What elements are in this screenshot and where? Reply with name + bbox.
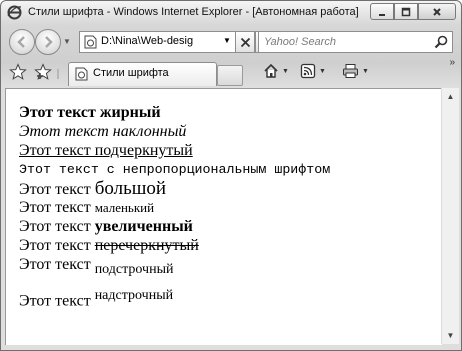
internet-explorer-icon bbox=[7, 5, 22, 20]
stop-icon bbox=[240, 37, 250, 47]
text-enlarged: увеличенный bbox=[94, 218, 193, 235]
window-title: Стили шрифта - Windows Internet Explorer… bbox=[28, 6, 359, 18]
text-strikethrough: перечеркнутый bbox=[94, 237, 199, 254]
feeds-button[interactable]: ▼ bbox=[300, 63, 326, 79]
minimize-icon bbox=[379, 13, 385, 16]
text-italic: Этот текст наклонный bbox=[19, 123, 187, 140]
home-button[interactable]: ▼ bbox=[263, 63, 289, 79]
feeds-icon bbox=[300, 63, 316, 79]
address-text[interactable]: D:\Nina\Web-desig bbox=[101, 35, 219, 47]
text-monospace: Этот текст с непропорциональным шрифтом bbox=[19, 162, 331, 177]
scroll-down-arrow-icon[interactable]: ▼ bbox=[442, 327, 459, 344]
tab-label: Стили шрифта bbox=[93, 67, 169, 79]
back-arrow-icon bbox=[17, 36, 25, 48]
print-icon bbox=[343, 64, 358, 78]
search-box[interactable] bbox=[258, 31, 453, 53]
text-prefix: Этот текст bbox=[19, 199, 95, 216]
text-small: маленький bbox=[94, 200, 155, 215]
address-dropdown[interactable]: ▼ bbox=[223, 36, 231, 45]
text-line-big: Этот текст большой bbox=[19, 179, 330, 198]
text-line-small: Этот текст маленький bbox=[19, 198, 330, 217]
caption-buttons bbox=[370, 3, 456, 20]
feeds-dropdown-icon[interactable]: ▼ bbox=[319, 68, 326, 75]
favorites-star-icon[interactable] bbox=[9, 63, 27, 81]
home-icon bbox=[264, 63, 278, 78]
quick-tabs-divider bbox=[57, 69, 59, 79]
search-icon[interactable] bbox=[433, 34, 449, 50]
search-input[interactable] bbox=[264, 34, 424, 50]
page-icon bbox=[75, 67, 88, 81]
browser-window: Стили шрифта - Windows Internet Explorer… bbox=[0, 0, 462, 351]
text-line-bold-large: Этот текст увеличенный bbox=[19, 217, 330, 236]
text-prefix: Этот текст bbox=[19, 181, 95, 198]
title-bar[interactable]: Стили шрифта - Windows Internet Explorer… bbox=[1, 1, 461, 25]
page-content: Этот текст жирный Этот текст наклонный Э… bbox=[5, 88, 442, 345]
text-subscript: подстрочный bbox=[94, 262, 174, 278]
text-line-strike: Этот текст перечеркнутый bbox=[19, 236, 330, 255]
address-bar[interactable]: D:\Nina\Web-desig ▼ bbox=[79, 31, 253, 53]
text-line-superscript: Этот текст надстрочный bbox=[19, 281, 330, 310]
forward-arrow-icon bbox=[45, 36, 53, 48]
vertical-scrollbar[interactable]: ▲ ▼ bbox=[441, 88, 459, 344]
tab-font-styles[interactable]: Стили шрифта bbox=[68, 62, 217, 86]
back-button[interactable] bbox=[9, 29, 35, 55]
text-prefix: Этот текст bbox=[19, 256, 95, 273]
close-button[interactable] bbox=[418, 3, 456, 20]
more-commands-icon[interactable]: » bbox=[449, 57, 454, 68]
scroll-up-arrow-icon[interactable]: ▲ bbox=[442, 88, 459, 105]
text-superscript: надстрочный bbox=[94, 288, 174, 303]
text-big: большой bbox=[94, 178, 167, 199]
close-icon bbox=[433, 7, 441, 16]
forward-button[interactable] bbox=[35, 29, 61, 55]
text-line-subscript: Этот текст подстрочный bbox=[19, 255, 330, 281]
maximize-button[interactable] bbox=[394, 3, 418, 20]
stop-button[interactable] bbox=[235, 31, 255, 53]
text-prefix: Этот текст bbox=[19, 237, 95, 254]
navigation-bar: ▼ D:\Nina\Web-desig ▼ bbox=[1, 27, 461, 59]
page-icon bbox=[84, 35, 97, 49]
new-tab-button[interactable] bbox=[217, 65, 243, 86]
text-bold: Этот текст жирный bbox=[19, 104, 161, 121]
add-favorite-icon[interactable] bbox=[34, 63, 52, 81]
tab-bar: Стили шрифта ▼ ▼ ▼ » bbox=[1, 57, 461, 87]
minimize-button[interactable] bbox=[370, 3, 394, 20]
maximize-icon bbox=[401, 7, 411, 16]
page-body: Этот текст жирный Этот текст наклонный Э… bbox=[19, 103, 331, 310]
home-dropdown-icon[interactable]: ▼ bbox=[282, 68, 289, 75]
text-underlined: Этот текст подчеркнутый bbox=[19, 142, 193, 159]
recent-pages-dropdown[interactable]: ▼ bbox=[63, 37, 71, 46]
print-button[interactable]: ▼ bbox=[342, 63, 369, 79]
text-prefix: Этот текст bbox=[19, 292, 95, 310]
text-prefix: Этот текст bbox=[19, 218, 95, 235]
print-dropdown-icon[interactable]: ▼ bbox=[362, 68, 369, 75]
